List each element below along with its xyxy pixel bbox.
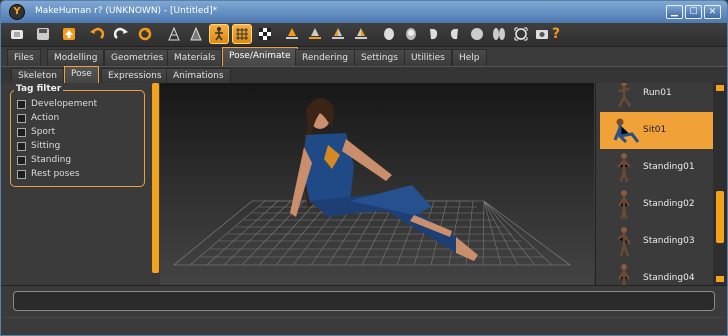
tab-utilities[interactable]: Utilities	[404, 49, 452, 66]
pose-label: Standing02	[643, 199, 695, 209]
export-icon[interactable]	[59, 24, 79, 44]
tab-geometries[interactable]: Geometries	[104, 49, 171, 66]
smooth-icon[interactable]	[186, 24, 206, 44]
scroll-up-icon[interactable]	[716, 85, 724, 91]
app-window: Y MakeHuman r? (UNKNOWN) - [Untitled]* ▁…	[0, 0, 728, 336]
pose-thumbnail	[617, 227, 632, 257]
checkbox-icon[interactable]	[17, 113, 26, 123]
tab-skeleton[interactable]: Skeleton	[11, 68, 64, 84]
reset-camera-icon[interactable]	[511, 24, 531, 44]
pose-list-scrollbar-thumb[interactable]	[716, 191, 724, 243]
command-input[interactable]	[13, 291, 715, 311]
front-view-icon[interactable]	[282, 24, 302, 44]
main-toolbar: ?	[1, 23, 727, 47]
pose-thumbnail	[617, 190, 631, 220]
human-model	[290, 97, 478, 261]
close-button[interactable]: ✕	[704, 5, 721, 19]
right-side-view-icon[interactable]	[445, 24, 465, 44]
back-view-icon[interactable]	[305, 24, 325, 44]
pose-list-scrollbar-track[interactable]	[713, 83, 727, 285]
tab-modelling[interactable]: Modelling	[47, 49, 105, 66]
3d-viewport[interactable]	[160, 83, 594, 285]
tag-checkbox-action[interactable]: Action	[17, 112, 59, 124]
tag-label: Action	[31, 113, 60, 123]
main-tab-bar: Files Modelling Geometries Materials Pos…	[1, 47, 727, 66]
minimize-button[interactable]: ▁	[666, 5, 683, 19]
tag-checkbox-standing[interactable]: Standing	[17, 154, 71, 166]
pose-thumbnail	[617, 264, 631, 285]
title-bar: Y MakeHuman r? (UNKNOWN) - [Untitled]* ▁…	[1, 1, 727, 23]
checkbox-icon[interactable]	[17, 169, 26, 179]
sub-tab-bar: Skeleton Pose Expressions Animations	[1, 66, 727, 84]
tab-expressions[interactable]: Expressions	[101, 68, 169, 84]
makehuman-logo-icon: Y	[9, 4, 25, 20]
tag-label: Sport	[31, 127, 56, 137]
full-view-icon[interactable]	[467, 24, 487, 44]
pose-item-standing02[interactable]: Standing02	[600, 186, 713, 223]
tab-animations[interactable]: Animations	[166, 68, 231, 84]
bottom-view-icon[interactable]	[401, 24, 421, 44]
status-bar	[5, 317, 723, 329]
pose-thumbnail	[617, 83, 632, 108]
checkbox-icon[interactable]	[17, 127, 26, 137]
tab-materials[interactable]: Materials	[167, 49, 223, 66]
scroll-down-icon[interactable]	[716, 276, 724, 282]
viewport-canvas	[173, 97, 571, 266]
tab-pose-animate[interactable]: Pose/Animate	[222, 47, 298, 66]
pose-item-standing03[interactable]: Standing03	[600, 223, 713, 260]
tag-filter-group: Tag filter Developement Action Sport Sit…	[10, 84, 145, 187]
tag-label: Rest poses	[31, 169, 80, 179]
tab-help[interactable]: Help	[452, 49, 487, 66]
pose-list: Run01 Sit01 Standing01 Standing02 Standi…	[595, 83, 727, 285]
tag-label: Developement	[31, 99, 98, 109]
tag-checkbox-rest-poses[interactable]: Rest poses	[17, 168, 80, 180]
pose-thumbnail	[613, 118, 640, 144]
left-side-view-icon[interactable]	[423, 24, 443, 44]
new-icon[interactable]	[7, 24, 27, 44]
checkbox-icon[interactable]	[17, 141, 26, 151]
tag-checkbox-sport[interactable]: Sport	[17, 126, 55, 138]
tab-settings[interactable]: Settings	[354, 49, 405, 66]
tag-filter-title: Tag filter	[14, 84, 64, 94]
pose-icon[interactable]	[209, 24, 229, 44]
redo-icon[interactable]	[111, 24, 131, 44]
checker-icon[interactable]	[255, 24, 275, 44]
bottom-panel	[1, 285, 727, 335]
grid-icon[interactable]	[232, 24, 252, 44]
tab-pose[interactable]: Pose	[64, 66, 99, 84]
maximize-button[interactable]: ☐	[685, 5, 702, 19]
window-title: MakeHuman r? (UNKNOWN) - [Untitled]*	[35, 6, 218, 16]
tab-rendering[interactable]: Rendering	[295, 49, 355, 66]
left-view-icon[interactable]	[328, 24, 348, 44]
tag-checkbox-developement[interactable]: Developement	[17, 98, 97, 110]
tag-checkbox-sitting[interactable]: Sitting	[17, 140, 60, 152]
pose-label: Sit01	[643, 125, 667, 135]
pose-item-run01[interactable]: Run01	[600, 83, 713, 112]
pose-label: Standing01	[643, 162, 695, 172]
reset-icon[interactable]	[135, 24, 155, 44]
right-view-icon[interactable]	[351, 24, 371, 44]
pose-label: Run01	[643, 88, 672, 98]
pose-item-sit01[interactable]: Sit01	[600, 112, 713, 149]
split-view-icon[interactable]	[489, 24, 509, 44]
checkbox-icon[interactable]	[17, 99, 26, 109]
pose-thumbnail	[617, 153, 631, 183]
pose-item-standing01[interactable]: Standing01	[600, 149, 713, 186]
left-panel-scrollbar[interactable]	[152, 83, 159, 273]
tab-files[interactable]: Files	[7, 49, 41, 66]
checkbox-icon[interactable]	[17, 155, 26, 165]
save-icon[interactable]	[33, 24, 53, 44]
pose-label: Standing04	[643, 273, 695, 283]
pose-label: Standing03	[643, 236, 695, 246]
tag-label: Standing	[31, 155, 72, 165]
undo-icon[interactable]	[87, 24, 107, 44]
help-icon[interactable]: ?	[546, 24, 566, 44]
tag-label: Sitting	[31, 141, 61, 151]
left-panel: Tag filter Developement Action Sport Sit…	[1, 83, 151, 285]
pose-item-standing04[interactable]: Standing04	[600, 260, 713, 285]
top-view-icon[interactable]	[379, 24, 399, 44]
wireframe-icon[interactable]	[164, 24, 184, 44]
